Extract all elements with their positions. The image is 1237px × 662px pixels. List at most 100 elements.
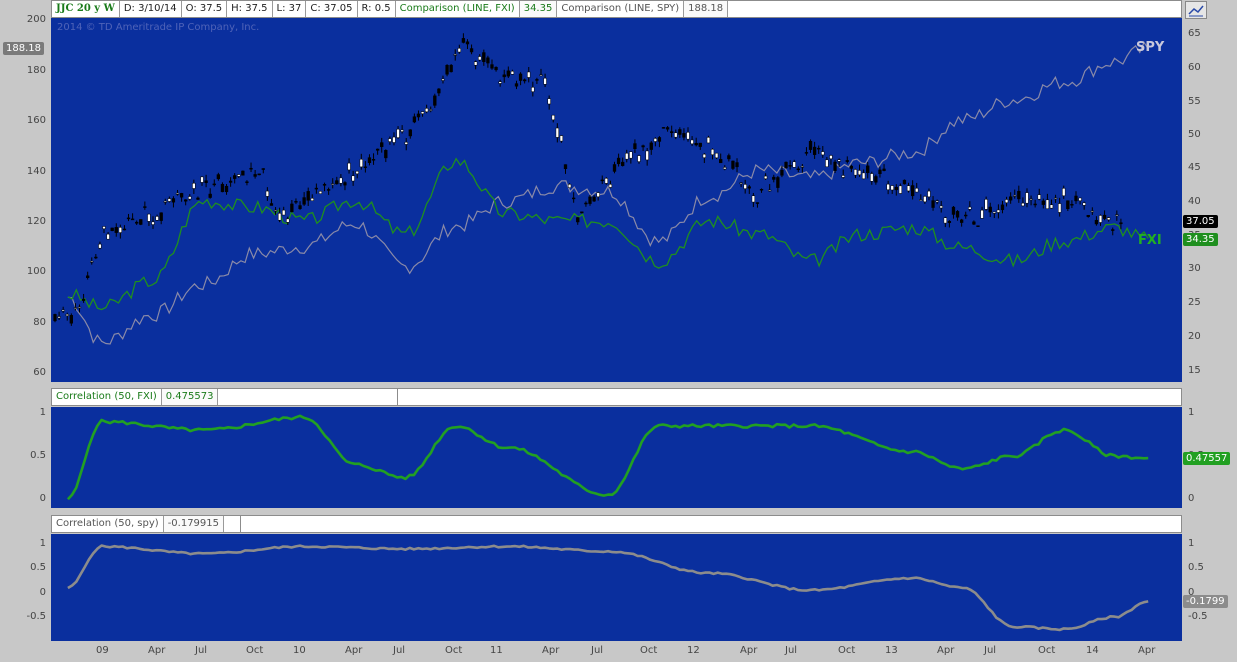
candle-body — [727, 155, 731, 160]
candle-body — [812, 146, 817, 155]
correlation-fxi-svg — [66, 414, 1149, 501]
candle-body — [155, 216, 159, 221]
candle-body — [547, 98, 551, 105]
candle-body — [269, 203, 274, 206]
price-chart-pane[interactable]: 2014 © TD Ameritrade IP Company, Inc. SP… — [51, 18, 1182, 382]
candle-body — [772, 176, 776, 180]
left-price-axis-tick: 200 — [26, 14, 46, 25]
candle-body — [964, 214, 968, 217]
candle-body — [249, 167, 253, 170]
candle-body — [1090, 210, 1094, 213]
time-axis-label: Oct — [1038, 645, 1056, 656]
chart-style-button[interactable] — [1185, 1, 1207, 19]
candle-body — [731, 160, 735, 169]
candle-body — [955, 211, 960, 218]
candle-body — [833, 161, 837, 171]
candle-body — [1013, 195, 1017, 197]
comparison-fxi-label[interactable]: Comparison (LINE, FXI) — [396, 1, 520, 17]
candle-body — [331, 183, 335, 185]
candle-body — [1041, 200, 1045, 205]
candle-body — [890, 185, 894, 191]
candle-body — [433, 95, 437, 106]
time-axis-label: Apr — [542, 645, 560, 656]
range-label: R: 0.5 — [358, 1, 396, 17]
candle-body — [1115, 214, 1119, 217]
candle-body — [253, 174, 257, 177]
correlation-spy-pane[interactable] — [51, 534, 1182, 641]
candle-body — [1119, 222, 1123, 225]
candle-body — [686, 132, 690, 140]
candle-body — [821, 151, 825, 156]
candle-body — [1008, 196, 1013, 201]
candle-body — [257, 173, 261, 176]
correlation-spy-left-tick: -0.5 — [26, 611, 46, 622]
candle-body — [1082, 202, 1086, 206]
candle-body — [469, 48, 474, 53]
correlation-fxi-pane[interactable] — [51, 407, 1182, 508]
correlation-spy-label[interactable]: Correlation (50, spy) — [52, 516, 164, 532]
candle-body — [265, 190, 270, 197]
candle-body — [294, 201, 298, 203]
candle-body — [612, 164, 617, 172]
candle-body — [200, 176, 204, 183]
candle-body — [845, 160, 849, 162]
candle-body — [69, 315, 73, 324]
correlation-spy-right-tick: -0.5 — [1188, 611, 1208, 622]
candle-body — [1102, 214, 1107, 219]
candle-body — [931, 200, 935, 208]
correlation-spy-svg — [67, 544, 1149, 632]
candle-body — [143, 206, 147, 208]
candle-body — [866, 165, 870, 174]
candle-body — [302, 197, 306, 205]
candle-body — [527, 71, 531, 78]
candle-body — [910, 185, 915, 197]
candle-body — [1094, 219, 1099, 225]
candle-body — [947, 220, 952, 223]
spy-price-tag: 188.18 — [3, 42, 44, 55]
candle-body — [829, 155, 833, 159]
candle-body — [584, 202, 588, 205]
candle-body — [972, 221, 976, 225]
candle-body — [228, 180, 233, 183]
candle-body — [653, 138, 657, 142]
time-axis-label: Jul — [591, 645, 604, 656]
symbol-label[interactable]: JJC 20 y W — [52, 1, 120, 17]
left-price-axis-tick: 60 — [33, 367, 46, 378]
right-price-axis-tick: 20 — [1188, 331, 1201, 342]
candle-body — [1000, 204, 1005, 211]
time-axis-label: Apr — [937, 645, 955, 656]
correlation-fxi-right-tick: 0 — [1188, 493, 1195, 504]
candle-body — [980, 209, 984, 219]
candle-body — [175, 192, 180, 195]
candle-body — [1107, 217, 1111, 221]
left-price-axis-tick: 180 — [26, 65, 46, 76]
candle-body — [988, 206, 992, 213]
correlation-fxi-label[interactable]: Correlation (50, FXI) — [52, 389, 162, 405]
candle-body — [555, 127, 559, 138]
chart-style-icon — [1188, 5, 1204, 17]
candle-body — [445, 64, 449, 75]
right-price-axis-tick: 15 — [1188, 365, 1201, 376]
candle-body — [572, 197, 576, 200]
candle-body — [490, 64, 494, 69]
candle-body — [563, 164, 568, 170]
candle-body — [73, 307, 78, 309]
candle-body — [196, 197, 200, 200]
low-label: L: 37 — [273, 1, 307, 17]
correlation-spy-value: -0.179915 — [163, 516, 225, 532]
candle-body — [102, 226, 106, 229]
candle-body — [739, 182, 743, 185]
candle-body — [694, 143, 698, 146]
candle-body — [817, 147, 821, 150]
comparison-spy-label[interactable]: Comparison (LINE, SPY) — [557, 1, 685, 17]
candle-body — [588, 196, 592, 204]
candle-body — [874, 176, 878, 183]
candle-body — [339, 177, 343, 184]
candle-body — [698, 142, 702, 147]
candle-body — [314, 187, 319, 190]
candle-body — [543, 77, 547, 85]
candle-body — [621, 161, 625, 166]
candle-body — [670, 131, 674, 133]
candle-body — [420, 111, 425, 115]
candle-body — [343, 182, 347, 186]
